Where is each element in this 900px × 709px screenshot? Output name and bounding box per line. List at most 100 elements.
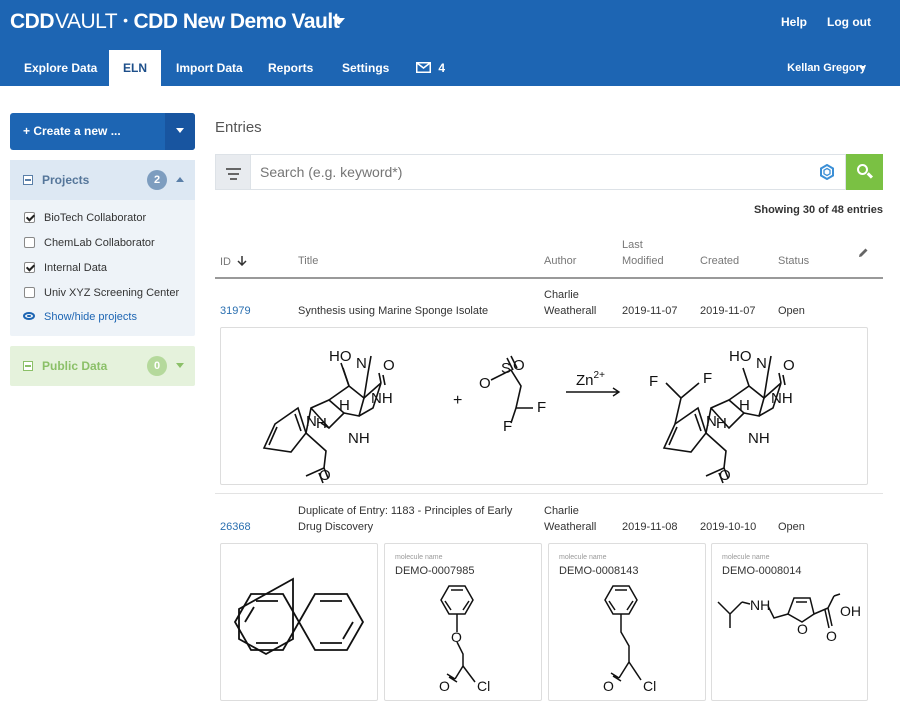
svg-text:O: O [439, 678, 450, 694]
projects-header[interactable]: Projects 2 [10, 160, 195, 200]
svg-text:Cl: Cl [477, 678, 490, 694]
create-new-button[interactable]: + Create a new ... [10, 113, 195, 150]
svg-text:OH: OH [840, 603, 861, 619]
svg-text:O: O [797, 621, 808, 637]
entry-author: Charlie [544, 289, 579, 301]
tab-explore-data[interactable]: Explore Data [10, 50, 111, 86]
entry-created: 2019-10-10 [700, 521, 757, 533]
sort-arrow-icon [237, 256, 247, 267]
checkbox-icon[interactable] [24, 212, 35, 223]
entry-id-link[interactable]: 26368 [220, 521, 251, 533]
reagent-structure [490, 355, 533, 424]
structure-card[interactable] [220, 543, 378, 701]
entry-status: Open [778, 521, 805, 533]
help-link[interactable]: Help [781, 15, 807, 29]
svg-text:O: O [383, 357, 395, 374]
entry-modified: 2019-11-07 [622, 305, 678, 317]
chevron-down-icon[interactable] [176, 363, 184, 368]
svg-text:NH: NH [771, 390, 793, 407]
reagent-labels: SO O F F [479, 357, 546, 435]
svg-text:F: F [537, 399, 546, 416]
tab-settings[interactable]: Settings [328, 50, 403, 86]
search-button[interactable] [846, 154, 883, 190]
svg-text:H: H [316, 415, 327, 432]
column-header-modified[interactable]: Modified [622, 255, 664, 267]
molecule-drawing: O Cl [603, 585, 656, 694]
tab-messages[interactable]: 4 [402, 50, 459, 86]
project-item[interactable]: ChemLab Collaborator [10, 231, 195, 256]
top-header: CDDVAULT • CDD New Demo Vault Help Log out… [0, 0, 900, 86]
reaction-drawing: HO N O NNHH NHOH + SOO FF Zn2+ HO N O F … [262, 348, 795, 484]
catalyst-label: Zn2+ [576, 370, 605, 389]
page-title: Entries [215, 119, 262, 136]
column-header-title[interactable]: Title [298, 255, 318, 267]
svg-text:O: O [719, 467, 731, 484]
entry-id-link[interactable]: 31979 [220, 305, 251, 317]
projects-title: Projects [42, 173, 90, 187]
molecule-card[interactable]: molecule name DEMO-0008014 NH O OH O [711, 543, 868, 701]
projects-count-badge: 2 [147, 170, 167, 190]
entry-author: Weatherall [544, 521, 597, 533]
svg-text:HO: HO [329, 348, 352, 365]
column-header-last[interactable]: Last [622, 239, 643, 251]
svg-text:HO: HO [729, 348, 752, 365]
tab-eln[interactable]: ELN [109, 50, 161, 86]
svg-text:N: N [356, 355, 367, 372]
column-header-created[interactable]: Created [700, 255, 739, 267]
column-header-status[interactable]: Status [778, 255, 809, 267]
collapse-icon[interactable] [23, 361, 33, 371]
hexagon-structure-icon[interactable] [820, 164, 834, 180]
checkbox-icon[interactable] [24, 262, 35, 273]
svg-text:N: N [756, 355, 767, 372]
svg-text:F: F [503, 418, 512, 435]
chevron-down-icon[interactable] [333, 18, 345, 25]
project-item[interactable]: Univ XYZ Screening Center [10, 281, 195, 306]
molecule-card[interactable]: molecule name DEMO-0008143 O Cl [548, 543, 706, 701]
entry-title[interactable]: Duplicate of Entry: 1183 - Principles of… [298, 505, 512, 517]
entry-modified: 2019-11-08 [622, 521, 678, 533]
create-new-label: + Create a new ... [23, 124, 121, 138]
column-header-author[interactable]: Author [544, 255, 576, 267]
user-menu[interactable]: Kellan Gregory [787, 62, 866, 74]
svg-text:F: F [649, 373, 658, 390]
public-data-count-badge: 0 [147, 356, 167, 376]
molecule-drawing: O O Cl [439, 585, 490, 694]
chevron-up-icon[interactable] [176, 177, 184, 182]
svg-text:O: O [826, 628, 837, 644]
entry-created: 2019-11-07 [700, 305, 756, 317]
svg-text:O: O [603, 678, 614, 694]
svg-text:S: S [501, 360, 511, 377]
reaction-scheme[interactable]: HO N O N NH H NH O H + SOO FF Zn2+ HO N O [220, 327, 868, 485]
molecule-card[interactable]: molecule name DEMO-0007985 O O Cl [384, 543, 542, 701]
checkbox-icon[interactable] [24, 237, 35, 248]
svg-text:NH: NH [371, 390, 393, 407]
chevron-down-icon[interactable] [859, 66, 865, 70]
vault-name[interactable]: CDD New Demo Vault [133, 10, 339, 33]
cdd-vault-logo[interactable]: CDDVAULT • CDD New Demo Vault [10, 10, 340, 34]
messages-count: 4 [438, 61, 446, 75]
column-header-id[interactable]: ID [220, 255, 247, 268]
checkbox-icon[interactable] [24, 287, 35, 298]
molecule-drawing: NHOOHO [717, 593, 861, 644]
show-hide-projects-link[interactable]: Show/hide projects [10, 306, 195, 336]
public-data-panel[interactable]: Public Data 0 [10, 346, 195, 386]
filter-button[interactable] [215, 154, 250, 190]
svg-text:NH: NH [348, 430, 370, 447]
svg-text:NH: NH [750, 597, 770, 613]
svg-text:O: O [783, 357, 795, 374]
pencil-icon[interactable] [858, 247, 869, 258]
project-item[interactable]: BioTech Collaborator [10, 206, 195, 231]
svg-text:H: H [716, 415, 727, 432]
collapse-icon[interactable] [23, 175, 33, 185]
create-new-dropdown[interactable] [165, 113, 195, 150]
product-labels: HO N O FF NNHH NHOH [649, 348, 795, 484]
project-item[interactable]: Internal Data [10, 256, 195, 281]
tab-reports[interactable]: Reports [254, 50, 327, 86]
entry-title[interactable]: Synthesis using Marine Sponge Isolate [298, 305, 488, 317]
search-input[interactable] [250, 154, 846, 190]
entry-title[interactable]: Drug Discovery [298, 521, 373, 533]
reactant-labels: HO N O NNHH NHOH [306, 348, 395, 484]
logout-link[interactable]: Log out [827, 15, 871, 29]
results-count: Showing 30 of 48 entries [754, 204, 883, 216]
tab-import-data[interactable]: Import Data [162, 50, 257, 86]
